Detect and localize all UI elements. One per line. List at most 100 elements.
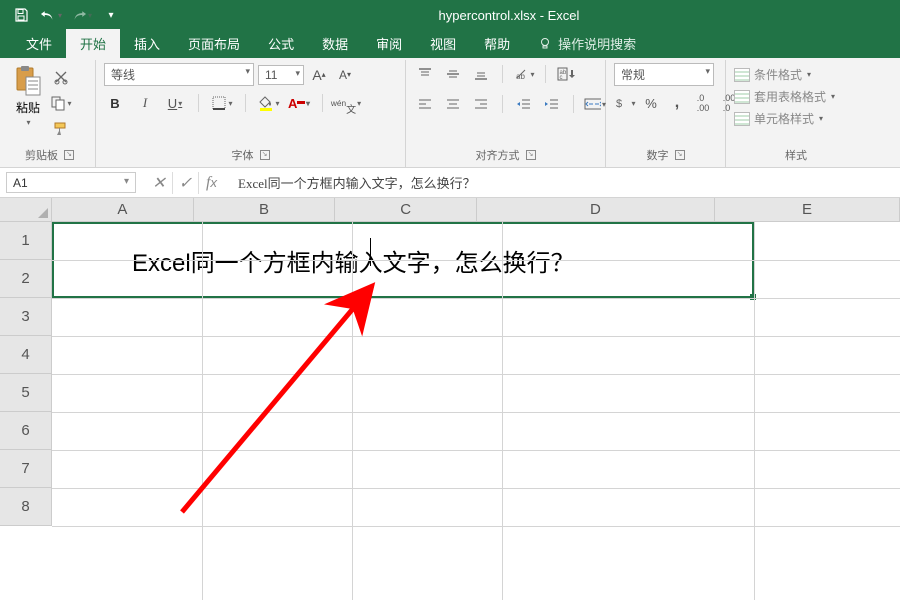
row-headers[interactable]: 12345678 (0, 222, 52, 526)
comma-icon[interactable]: , (666, 92, 688, 114)
tab-help[interactable]: 帮助 (470, 29, 524, 58)
increase-decimal-icon[interactable]: .0.00 (692, 92, 714, 114)
redo-icon[interactable]: ▾ (70, 4, 92, 26)
row-header-5[interactable]: 5 (0, 374, 51, 412)
ribbon: 粘贴 ▾ ▾ 剪贴板 ↘ 等线 11 A▴ A▾ B I U▾ (0, 58, 900, 168)
row-header-1[interactable]: 1 (0, 222, 51, 260)
formula-bar[interactable] (230, 168, 900, 197)
tell-me[interactable]: 操作说明搜索 (524, 29, 650, 58)
alignment-dialog-icon[interactable]: ↘ (526, 150, 536, 160)
table-format-icon (734, 90, 750, 104)
column-headers[interactable]: ABCDE (52, 198, 900, 222)
tab-review[interactable]: 审阅 (362, 29, 416, 58)
increase-font-icon[interactable]: A▴ (308, 64, 330, 86)
cell-styles-button[interactable]: 单元格样式▾ (734, 109, 823, 128)
number-format-combo[interactable]: 常规 (614, 63, 714, 86)
ribbon-tabs: 文件 开始 插入 页面布局 公式 数据 审阅 视图 帮助 操作说明搜索 (0, 30, 900, 58)
col-header-E[interactable]: E (715, 198, 900, 221)
format-painter-icon[interactable] (50, 118, 72, 140)
col-header-B[interactable]: B (194, 198, 336, 221)
row-header-2[interactable]: 2 (0, 260, 51, 298)
italic-button[interactable]: I (134, 92, 156, 114)
group-alignment: ab▾ abc ▾ 对齐方式↘ (406, 60, 606, 167)
align-right-icon[interactable] (470, 93, 492, 115)
align-middle-icon[interactable] (442, 63, 464, 85)
bold-button[interactable]: B (104, 92, 126, 114)
name-box[interactable]: A1 (6, 172, 136, 193)
svg-text:c: c (560, 75, 563, 81)
col-header-C[interactable]: C (335, 198, 477, 221)
clipboard-label: 剪贴板 (25, 147, 58, 163)
merge-cells-icon[interactable]: ▾ (584, 93, 606, 115)
svg-text:$: $ (616, 98, 622, 110)
group-clipboard: 粘贴 ▾ ▾ 剪贴板 ↘ (4, 60, 96, 167)
bulb-icon (538, 37, 552, 51)
orientation-icon[interactable]: ab▾ (513, 63, 535, 85)
alignment-label: 对齐方式 (476, 147, 520, 163)
fill-color-icon[interactable]: ▾ (258, 92, 280, 114)
qat-dropdown-icon[interactable]: ▾ (100, 4, 122, 26)
tab-insert[interactable]: 插入 (120, 29, 174, 58)
cells-area[interactable]: Excel同一个方框内输入文字，怎么换行？ (52, 222, 900, 600)
paste-button[interactable]: 粘贴 ▾ (12, 63, 44, 129)
font-label: 字体 (232, 147, 254, 163)
paste-label: 粘贴 (16, 99, 40, 116)
conditional-format-button[interactable]: 条件格式▾ (734, 65, 811, 84)
row-header-3[interactable]: 3 (0, 298, 51, 336)
number-label: 数字 (647, 147, 669, 163)
row-header-4[interactable]: 4 (0, 336, 51, 374)
underline-button[interactable]: U▾ (164, 92, 186, 114)
group-styles: 条件格式▾ 套用表格格式▾ 单元格样式▾ 样式 (726, 60, 866, 167)
fx-icon[interactable]: fx (198, 172, 224, 194)
paste-dropdown-icon[interactable]: ▾ (26, 118, 30, 127)
align-center-icon[interactable] (442, 93, 464, 115)
svg-text:ab: ab (516, 72, 525, 81)
font-color-icon[interactable]: A▾ (288, 92, 310, 114)
border-icon[interactable]: ▾ (211, 92, 233, 114)
styles-label: 样式 (785, 147, 807, 163)
clipboard-dialog-icon[interactable]: ↘ (64, 150, 74, 160)
format-as-table-button[interactable]: 套用表格格式▾ (734, 87, 835, 106)
tab-view[interactable]: 视图 (416, 29, 470, 58)
undo-icon[interactable]: ▾ (40, 4, 62, 26)
row-header-7[interactable]: 7 (0, 450, 51, 488)
select-all-corner[interactable] (0, 198, 52, 222)
cell-styles-label: 单元格样式 (754, 110, 814, 127)
font-size-combo[interactable]: 11 (258, 65, 304, 85)
enter-formula-icon[interactable]: ✓ (172, 172, 198, 194)
number-dialog-icon[interactable]: ↘ (675, 150, 685, 160)
spreadsheet-grid[interactable]: ABCDE 12345678 Excel同一个方框内输入文字，怎么换行？ (0, 198, 900, 600)
wrap-text-icon[interactable]: abc (556, 63, 578, 85)
align-bottom-icon[interactable] (470, 63, 492, 85)
col-header-D[interactable]: D (477, 198, 715, 221)
increase-indent-icon[interactable] (541, 93, 563, 115)
tell-me-label: 操作说明搜索 (558, 34, 636, 53)
tab-page-layout[interactable]: 页面布局 (174, 29, 254, 58)
text-cursor (370, 238, 371, 266)
tab-formulas[interactable]: 公式 (254, 29, 308, 58)
row-header-8[interactable]: 8 (0, 488, 51, 526)
font-family-combo[interactable]: 等线 (104, 63, 254, 86)
font-dialog-icon[interactable]: ↘ (260, 150, 270, 160)
decrease-font-icon[interactable]: A▾ (334, 64, 356, 86)
save-icon[interactable] (10, 4, 32, 26)
align-top-icon[interactable] (414, 63, 436, 85)
quick-access-toolbar: ▾ ▾ ▾ (4, 4, 122, 26)
tab-file[interactable]: 文件 (12, 29, 66, 58)
cond-format-icon (734, 68, 750, 82)
formula-bar-area: A1 ✕ ✓ fx (0, 168, 900, 198)
accounting-format-icon[interactable]: $▾ (614, 92, 636, 114)
copy-icon[interactable]: ▾ (50, 92, 72, 114)
title-bar: ▾ ▾ ▾ hypercontrol.xlsx - Excel (0, 0, 900, 30)
cancel-formula-icon[interactable]: ✕ (146, 172, 172, 194)
phonetic-icon[interactable]: wén文▾ (335, 92, 357, 114)
tab-data[interactable]: 数据 (308, 29, 362, 58)
tab-home[interactable]: 开始 (66, 29, 120, 58)
col-header-A[interactable]: A (52, 198, 194, 221)
align-left-icon[interactable] (414, 93, 436, 115)
cut-icon[interactable] (50, 66, 72, 88)
row-header-6[interactable]: 6 (0, 412, 51, 450)
cell-styles-icon (734, 112, 750, 126)
percent-icon[interactable]: % (640, 92, 662, 114)
decrease-indent-icon[interactable] (513, 93, 535, 115)
